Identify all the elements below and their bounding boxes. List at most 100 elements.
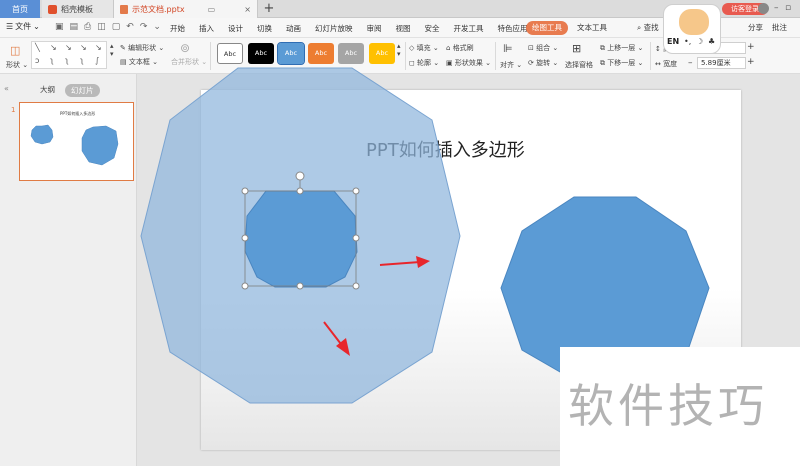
- tab-drawing-tools[interactable]: 绘图工具: [526, 21, 568, 35]
- elbow-connector-icon[interactable]: ↘: [80, 43, 87, 52]
- shape-style-gold[interactable]: Abc: [369, 43, 395, 64]
- tab-templates[interactable]: 稻壳模板: [42, 0, 122, 18]
- edit-shape-button[interactable]: ✎ 编辑形状 ⌄: [120, 43, 164, 53]
- align-icon: ⊫: [503, 42, 513, 55]
- menu-item-developer[interactable]: 开发工具: [454, 23, 484, 34]
- outline-icon: ◻: [409, 59, 415, 67]
- new-tab-button[interactable]: +: [262, 1, 276, 17]
- shape-effect-icon: ▣: [446, 59, 453, 67]
- arrow-line-icon[interactable]: ↘: [50, 43, 57, 52]
- file-menu[interactable]: ☰ 文件 ⌄: [6, 21, 40, 32]
- save-icon[interactable]: ▣: [55, 22, 64, 32]
- curve-double-icon[interactable]: ʅ: [65, 56, 69, 65]
- menu-item-view[interactable]: 视图: [396, 23, 411, 34]
- shape-style-white[interactable]: Abc: [217, 43, 243, 64]
- fill-label: 填充: [416, 44, 431, 52]
- tab-templates-label: 稻壳模板: [61, 4, 93, 14]
- shape-effect-label: 形状效果: [454, 59, 483, 67]
- curve-arrow-icon[interactable]: ʅ: [50, 56, 54, 65]
- send-backward-button[interactable]: ⧉ 下移一层 ⌄: [600, 58, 643, 68]
- fill-button[interactable]: ◇ 填充 ⌄: [409, 43, 439, 53]
- gallery-scroll-icon[interactable]: ▴ ▾: [110, 42, 114, 58]
- outline-button[interactable]: ◻ 轮廓 ⌄: [409, 58, 439, 68]
- menu-item-security[interactable]: 安全: [425, 23, 440, 34]
- print-icon[interactable]: ⎙: [84, 22, 91, 32]
- shape-style-gray[interactable]: Abc: [338, 43, 364, 64]
- send-backward-icon: ⧉: [600, 59, 605, 67]
- shape-effect-button[interactable]: ▣ 形状效果 ⌄: [446, 58, 491, 68]
- find-button[interactable]: ⌕ 查找: [637, 22, 659, 33]
- close-tab-icon[interactable]: ×: [244, 5, 251, 14]
- line-shape-icon[interactable]: ╲: [35, 43, 40, 52]
- comment-button[interactable]: 批注: [772, 22, 787, 33]
- selection-pane-button[interactable]: 选择窗格: [565, 60, 593, 70]
- tab-slides[interactable]: 幻灯片: [65, 84, 100, 97]
- thumb-shapes: [30, 124, 119, 166]
- punctuation-icon: •,: [684, 37, 692, 46]
- customize-chevron-icon[interactable]: ⌄: [153, 22, 161, 32]
- tab-outline[interactable]: 大纲: [40, 84, 55, 97]
- text-box-label: 文本框: [128, 58, 150, 66]
- rotate-button[interactable]: ⟳ 旋转 ⌄: [528, 58, 558, 68]
- tab-document[interactable]: 示范文档.pptx ▭ ×: [113, 0, 258, 18]
- export-icon[interactable]: ▢: [112, 22, 121, 32]
- menu-item-animation[interactable]: 动画: [286, 23, 301, 34]
- shape-style-blue[interactable]: Abc: [277, 42, 305, 65]
- tab-text-tools[interactable]: 文本工具: [577, 22, 607, 33]
- tab-home[interactable]: 首页: [0, 0, 40, 18]
- align-button[interactable]: 对齐 ⌄: [500, 60, 522, 70]
- ribbon-divider: [405, 42, 406, 70]
- redo-icon[interactable]: ↷: [140, 22, 148, 32]
- shape-style-orange[interactable]: Abc: [308, 43, 334, 64]
- scribble-icon[interactable]: ∫: [95, 56, 99, 65]
- minimize-icon[interactable]: –: [774, 3, 779, 13]
- share-button[interactable]: 分享: [748, 22, 763, 33]
- shape-icon[interactable]: ◫: [10, 44, 20, 57]
- menu-item-insert[interactable]: 插入: [199, 23, 214, 34]
- height-increment-icon[interactable]: +: [747, 42, 755, 52]
- restore-icon[interactable]: ▫: [785, 3, 791, 13]
- menu-item-slideshow[interactable]: 幻灯片放映: [315, 23, 353, 34]
- slide-title[interactable]: PPT如何插入多边形: [366, 136, 525, 162]
- menu-item-transition[interactable]: 切换: [257, 23, 272, 34]
- slide-number: 1: [11, 106, 16, 114]
- width-field[interactable]: 5.89厘米: [697, 57, 746, 69]
- merge-shape-icon: ⊚: [180, 41, 191, 55]
- freeform-icon[interactable]: ʅ: [80, 56, 84, 65]
- curve-connector-icon[interactable]: ↄ: [35, 56, 39, 65]
- merge-shape-button[interactable]: 合并形状 ⌄: [171, 57, 207, 67]
- shirt-icon: ♣: [708, 37, 716, 46]
- double-arrow-icon[interactable]: ↘: [65, 43, 72, 52]
- ribbon-divider: [210, 42, 211, 70]
- menu-item-home[interactable]: 开始: [170, 23, 185, 34]
- menu-item-review[interactable]: 审阅: [367, 23, 382, 34]
- preview-icon[interactable]: ◫: [97, 22, 106, 32]
- menu-item-design[interactable]: 设计: [228, 23, 243, 34]
- format-brush-button[interactable]: ⌂ 格式刷: [446, 43, 474, 53]
- rotate-label: 旋转: [536, 59, 551, 67]
- bring-forward-button[interactable]: ⧉ 上移一层 ⌄: [600, 43, 643, 53]
- width-increment-icon[interactable]: +: [747, 57, 755, 67]
- group-label: 组合: [536, 44, 551, 52]
- menu-item-features[interactable]: 特色应用: [498, 23, 528, 34]
- undo-icon[interactable]: ↶: [126, 22, 134, 32]
- width-decrement-icon[interactable]: –: [688, 58, 693, 68]
- input-method-mascot[interactable]: EN •, ☽ ♣: [663, 4, 721, 54]
- search-icon: ⌕: [637, 23, 642, 32]
- ppt-file-icon: [120, 4, 128, 14]
- avatar[interactable]: [758, 3, 769, 14]
- open-icon[interactable]: ▤: [70, 22, 79, 32]
- shape-style-black[interactable]: Abc: [248, 43, 274, 64]
- edit-shape-label: 编辑形状: [128, 44, 157, 52]
- collapse-panel-icon[interactable]: «: [4, 84, 9, 93]
- style-gallery-scroll-icon[interactable]: ▴ ▾: [397, 42, 401, 58]
- shape-button[interactable]: 形状 ⌄: [6, 60, 28, 70]
- group-button[interactable]: ⊡ 组合 ⌄: [528, 43, 558, 53]
- elbow-arrow-icon[interactable]: ↘: [95, 43, 102, 52]
- slide-thumbnail[interactable]: PPT如何插入多边形: [19, 102, 134, 181]
- monitor-icon[interactable]: ▭: [208, 5, 216, 14]
- text-box-button[interactable]: ▤ 文本框 ⌄: [120, 57, 158, 67]
- tab-document-label: 示范文档.pptx: [132, 4, 185, 14]
- shape-gallery[interactable]: ╲ ↘ ↘ ↘ ↘ ↄ ʅ ʅ ʅ ∫: [31, 41, 107, 69]
- bring-forward-label: 上移一层: [607, 44, 636, 52]
